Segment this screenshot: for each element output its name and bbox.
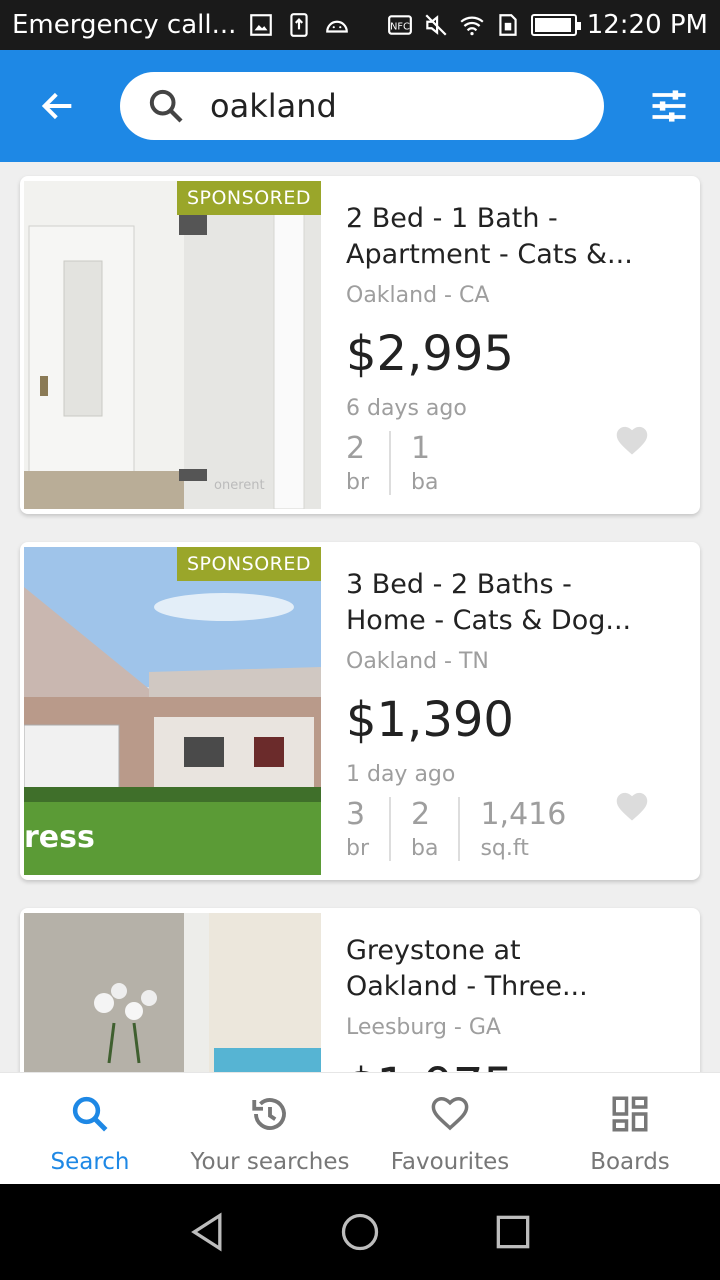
spec-value: 1: [411, 431, 431, 466]
spec-area: 1,416 sq.ft: [480, 797, 586, 861]
favourite-heart-icon[interactable]: [614, 424, 650, 456]
sim-icon: [495, 12, 521, 38]
spec-bedrooms: 3 br: [346, 797, 392, 861]
image-icon: [248, 12, 274, 38]
listing-location: Oakland - CA: [346, 283, 490, 308]
bottom-navigation: Search Your searches Favourites Boards: [0, 1072, 720, 1184]
sponsored-badge: SPONSORED: [176, 181, 321, 215]
status-time: 12:20 PM: [586, 10, 708, 40]
search-bar[interactable]: [120, 72, 604, 140]
sponsored-badge: SPONSORED: [176, 547, 321, 581]
nav-search[interactable]: Search: [0, 1073, 180, 1184]
nav-label: Search: [50, 1149, 130, 1175]
spec-value: 2: [411, 797, 431, 832]
wifi-icon: [459, 12, 485, 38]
listing-title: Greystone at Oakland - Three...: [346, 933, 686, 1005]
listing-title-line1: Greystone at: [346, 935, 521, 966]
listing-title-line1: 3 Bed - 2 Baths -: [346, 569, 572, 600]
spec-unit: br: [346, 836, 370, 861]
spec-value: 3: [346, 797, 366, 832]
spec-unit: br: [346, 470, 370, 495]
system-back-icon[interactable]: [185, 1210, 229, 1254]
listings-list[interactable]: onerent SPONSORED 2 Bed - 1 Bath - Apart…: [0, 162, 720, 1072]
search-icon: [72, 1096, 108, 1132]
spec-value: 1,416: [480, 797, 567, 832]
mute-icon: [423, 12, 449, 38]
nav-your-searches[interactable]: Your searches: [180, 1073, 360, 1184]
android-icon: [324, 12, 350, 38]
heart-icon: [431, 1097, 469, 1131]
system-navigation-bar: [0, 1184, 720, 1280]
listing-price: $1,075: [346, 1058, 680, 1072]
listing-title: 3 Bed - 2 Baths - Home - Cats & Dog...: [346, 567, 686, 639]
listing-title-line2: Apartment - Cats &...: [346, 239, 633, 270]
nav-favourites[interactable]: Favourites: [360, 1073, 540, 1184]
svg-text:NFC: NFC: [390, 21, 410, 32]
listing-price: $2,995: [346, 326, 514, 382]
back-button[interactable]: [26, 74, 90, 138]
listing-card[interactable]: onerent SPONSORED 2 Bed - 1 Bath - Apart…: [20, 176, 700, 514]
nav-label: Boards: [590, 1149, 670, 1175]
listing-photo[interactable]: onerent SPONSORED: [24, 181, 321, 509]
spec-bedrooms: 2 br: [346, 431, 392, 495]
search-input[interactable]: [210, 87, 590, 125]
listing-age: 6 days ago: [346, 396, 467, 421]
listing-title-line2: Home - Cats & Dog...: [346, 605, 632, 636]
spec-value: 2: [346, 431, 366, 466]
listing-photo[interactable]: ress SPONSORED: [24, 547, 321, 875]
battery-icon: [530, 14, 581, 36]
nfc-icon: NFC: [387, 12, 413, 38]
nav-boards[interactable]: Boards: [540, 1073, 720, 1184]
spec-bathrooms: 2 ba: [411, 797, 461, 861]
listing-age: 1 day ago: [346, 762, 456, 787]
boards-icon: [612, 1096, 648, 1132]
listing-title-line1: 2 Bed - 1 Bath -: [346, 203, 558, 234]
listing-card[interactable]: Greystone at Oakland - Three... Leesburg…: [20, 908, 700, 1072]
upload-icon: [286, 12, 312, 38]
notification-text: Emergency call...: [12, 10, 237, 40]
filter-sliders-icon: [652, 90, 686, 122]
listing-location: Oakland - TN: [346, 649, 489, 674]
filter-button[interactable]: [644, 81, 694, 131]
spec-bathrooms: 1 ba: [411, 431, 458, 495]
nav-label: Your searches: [190, 1149, 350, 1175]
listing-location: Leesburg - GA: [346, 1015, 501, 1040]
svg-text:ress: ress: [24, 820, 95, 855]
history-icon: [252, 1098, 286, 1130]
listing-title: 2 Bed - 1 Bath - Apartment - Cats &...: [346, 201, 686, 273]
svg-text:onerent: onerent: [214, 478, 265, 493]
system-home-icon[interactable]: [338, 1210, 382, 1254]
favourite-heart-icon[interactable]: [614, 790, 650, 822]
nav-label: Favourites: [390, 1149, 510, 1175]
spec-unit: ba: [411, 470, 439, 495]
status-bar: Emergency call... NFC 12:20 PM: [0, 0, 720, 50]
app-bar: [0, 50, 720, 162]
listing-price: $1,390: [346, 692, 514, 748]
listing-photo[interactable]: [24, 913, 321, 1072]
system-recents-icon[interactable]: [491, 1210, 535, 1254]
listing-card[interactable]: ress SPONSORED 3 Bed - 2 Baths - Home - …: [20, 542, 700, 880]
spec-unit: ba: [411, 836, 439, 861]
back-arrow-icon: [41, 92, 72, 120]
search-icon: [149, 89, 183, 123]
listing-title-line2: Oakland - Three...: [346, 971, 588, 1002]
spec-unit: sq.ft: [480, 836, 529, 861]
